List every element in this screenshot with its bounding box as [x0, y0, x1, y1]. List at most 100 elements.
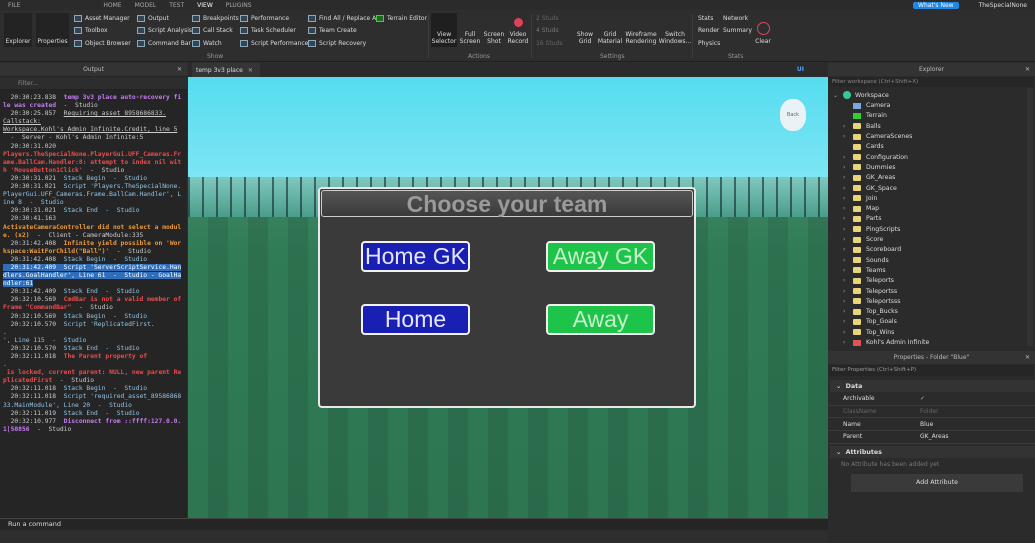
expand-chevron-icon[interactable]: › [843, 329, 853, 336]
log-segment[interactable]: 20:31:42.408 [3, 240, 64, 247]
tree-item[interactable]: › Dummies [843, 162, 896, 172]
tree-item[interactable]: Camera [843, 101, 890, 111]
screen-shot-button[interactable]: Screen Shot [483, 13, 505, 47]
command-bar-button[interactable]: Command Bar [137, 40, 191, 47]
tree-item[interactable]: › Join [843, 193, 877, 203]
expand-chevron-icon[interactable]: › [843, 185, 853, 192]
tree-item[interactable]: Cards [843, 142, 884, 152]
explorer-button[interactable]: Explorer [4, 13, 32, 47]
tree-item[interactable]: › Teleportss [843, 286, 897, 296]
log-segment[interactable]: 20:32:10.569 [3, 313, 64, 320]
close-icon[interactable]: ✕ [1025, 66, 1030, 73]
ui-toggle[interactable]: UI [797, 66, 804, 73]
log-segment[interactable]: 20:30:31.021 [3, 207, 64, 214]
tree-item[interactable]: › Teleports [843, 276, 894, 286]
expand-chevron-icon[interactable]: › [843, 174, 853, 181]
tree-item[interactable]: › Configuration [843, 152, 908, 162]
expand-chevron-icon[interactable]: › [843, 164, 853, 171]
tree-item[interactable]: › Parts [843, 214, 881, 224]
tab-view[interactable]: VIEW [197, 2, 213, 9]
network-button[interactable]: Network [723, 15, 748, 22]
tree-item[interactable]: › Teleportsss [843, 296, 900, 306]
stats-button[interactable]: Stats [698, 15, 713, 22]
property-value[interactable]: ✓ [920, 395, 925, 402]
switch-windows-button[interactable]: Switch Windows... [659, 13, 692, 47]
video-record-button[interactable]: Video Record [507, 13, 529, 47]
property-value[interactable]: Folder [920, 408, 939, 415]
tree-item[interactable]: › Map [843, 204, 879, 214]
away-button[interactable]: Away [546, 304, 655, 335]
tree-item[interactable]: Terrain [843, 111, 887, 121]
close-icon[interactable]: ✕ [1025, 354, 1030, 361]
performance-button[interactable]: Performance [240, 15, 289, 22]
user-menu[interactable]: TheSpecialNone [979, 2, 1027, 9]
tab-plugins[interactable]: PLUGINS [226, 2, 252, 9]
game-viewport[interactable]: Back Choose your team Home GK Away GK Ho… [188, 77, 828, 518]
away-gk-button[interactable]: Away GK [546, 241, 655, 272]
back-button[interactable]: Back [780, 99, 806, 131]
toolbox-button[interactable]: Toolbox [74, 27, 108, 34]
grid-material-button[interactable]: Grid Material [598, 13, 622, 47]
view-selector-button[interactable]: View Selector [431, 13, 457, 47]
log-segment[interactable]: - Studio [52, 377, 94, 384]
log-segment[interactable]: 20:32:11.018 [3, 353, 64, 360]
log-segment[interactable]: 20:32:10.977 [3, 418, 64, 425]
properties-button[interactable]: Properties [36, 13, 69, 47]
tree-item[interactable]: › CameraScenes [843, 131, 912, 141]
output-button[interactable]: Output [137, 15, 169, 22]
wireframe-rendering-button[interactable]: Wireframe Rendering [624, 13, 658, 47]
tree-item[interactable]: › GK_Space [843, 183, 897, 193]
expand-chevron-icon[interactable]: › [843, 236, 853, 243]
tree-item[interactable]: › Top_Goals [843, 317, 897, 327]
tree-item-workspace[interactable]: ⌄ Workspace [833, 90, 889, 100]
expand-chevron-icon[interactable]: › [843, 267, 853, 274]
tree-item[interactable]: › Teams [843, 265, 886, 275]
summary-button[interactable]: Summary [723, 27, 752, 34]
log-segment[interactable]: Stack Begin - Studio [64, 175, 147, 182]
expand-chevron-icon[interactable]: › [843, 205, 853, 212]
log-segment[interactable]: 20:32:10.570 [3, 321, 64, 328]
tree-item[interactable]: › GK_Areas [843, 173, 895, 183]
render-button[interactable]: Render [698, 27, 719, 34]
log-segment[interactable]: Stack End - Studio [64, 207, 140, 214]
show-grid-button[interactable]: Show Grid [574, 13, 596, 47]
attributes-section-header[interactable]: ⌄ Attributes [830, 446, 1035, 458]
home-gk-button[interactable]: Home GK [361, 241, 470, 272]
property-value[interactable]: Blue [920, 421, 933, 428]
tab-test[interactable]: TEST [169, 2, 184, 9]
add-attribute-button[interactable]: Add Attribute [851, 474, 1023, 492]
expand-chevron-icon[interactable]: › [843, 195, 853, 202]
log-segment[interactable]: 20:31:42.409 [3, 288, 64, 295]
physics-button[interactable]: Physics [698, 40, 720, 47]
watch-button[interactable]: Watch [192, 40, 222, 47]
tree-item[interactable]: › Balls [843, 121, 881, 131]
log-segment[interactable]: 20:32:10.570 [3, 345, 64, 352]
log-segment[interactable]: Stack Begin - Studio [64, 313, 147, 320]
log-segment[interactable]: 20:30:25.857 [3, 110, 64, 117]
call-stack-button[interactable]: Call Stack [192, 27, 233, 34]
home-button[interactable]: Home [361, 304, 470, 335]
tree-item[interactable]: › Score [843, 234, 883, 244]
tree-item[interactable]: › Top_Bucks [843, 307, 898, 317]
data-section-header[interactable]: ⌄ Data [830, 380, 1035, 392]
expand-chevron-icon[interactable]: › [843, 308, 853, 315]
file-menu[interactable]: FILE [8, 2, 20, 9]
explorer-filter-input[interactable]: Filter workspace (Ctrl+Shift+X) [829, 77, 1034, 87]
log-segment[interactable]: 20:31:42.408 [3, 256, 64, 263]
script-performance-button[interactable]: Script Performance [240, 40, 308, 47]
output-filter-input[interactable]: Filter... [0, 77, 187, 90]
expand-chevron-icon[interactable]: › [843, 215, 853, 222]
tab-model[interactable]: MODEL [135, 2, 157, 9]
script-analysis-button[interactable]: Script Analysis [137, 27, 192, 34]
property-row[interactable]: Name Blue [828, 418, 1035, 431]
whats-new-button[interactable]: What's New [913, 1, 959, 9]
property-row[interactable]: Parent GK_Areas [828, 431, 1035, 444]
command-bar-input[interactable]: Run a command [0, 518, 828, 530]
task-scheduler-button[interactable]: Task Scheduler [240, 27, 296, 34]
expand-chevron-icon[interactable]: › [843, 246, 853, 253]
tree-item[interactable]: › Top_Wins [843, 327, 894, 337]
clear-button[interactable]: Clear [752, 13, 774, 47]
expand-chevron-icon[interactable]: › [843, 154, 853, 161]
log-segment[interactable]: Stack Begin - Studio [64, 256, 147, 263]
expand-chevron-icon[interactable]: › [843, 133, 853, 140]
